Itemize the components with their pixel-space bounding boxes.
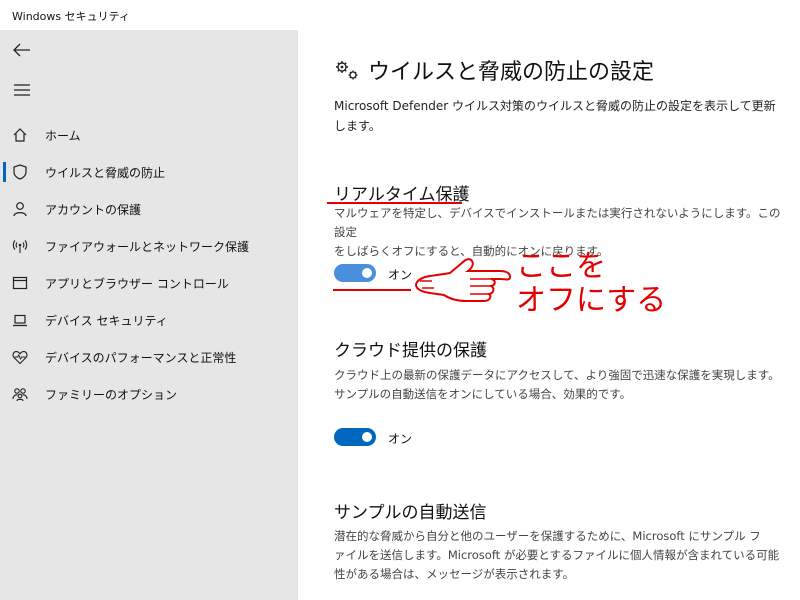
pointing-hand-icon: [414, 258, 512, 302]
heart-pulse-icon: [11, 348, 29, 366]
section-description-line: サンプルの自動送信をオンにしている場合、効果的です。: [334, 387, 632, 401]
sidebar-item-label: ファミリーのオプション: [45, 388, 178, 402]
back-arrow-icon: [13, 43, 30, 57]
shield-icon: [11, 163, 29, 181]
annotation-text: ここを オフにする: [516, 250, 666, 318]
sidebar-item-device-security[interactable]: デバイス セキュリティ: [0, 302, 298, 338]
sidebar-item-firewall[interactable]: ファイアウォールとネットワーク保護: [0, 228, 298, 264]
hamburger-icon: [14, 84, 30, 96]
page-title: ウイルスと脅威の防止の設定: [368, 60, 655, 85]
laptop-icon: [11, 311, 29, 329]
title-bar: Windows セキュリティ: [0, 0, 800, 30]
sidebar-item-label: ファイアウォールとネットワーク保護: [45, 240, 250, 254]
annotation-underline: [333, 289, 411, 291]
sidebar-item-label: デバイスのパフォーマンスと正常性: [45, 351, 237, 365]
window-title: Windows セキュリティ: [12, 10, 130, 23]
section-description-line: 性がある場合は、メッセージが表示されます。: [334, 567, 575, 581]
section-title-cloud: クラウド提供の保護: [334, 341, 487, 361]
family-icon: [11, 385, 29, 403]
sidebar-item-device-performance[interactable]: デバイスのパフォーマンスと正常性: [0, 339, 298, 375]
sidebar-item-label: ウイルスと脅威の防止: [45, 166, 166, 180]
hamburger-menu-button[interactable]: [0, 72, 44, 108]
realtime-toggle-state: オン: [388, 268, 413, 282]
page-description-line: Microsoft Defender ウイルス対策のウイルスと脅威の防止の設定を…: [334, 99, 776, 113]
home-icon: [11, 126, 29, 144]
section-description-line: クラウド上の最新の保護データにアクセスして、より強固で迅速な保護を実現します。: [334, 368, 780, 382]
cloud-toggle-state: オン: [388, 432, 413, 446]
section-description-cloud: クラウド上の最新の保護データにアクセスして、より強固で迅速な保護を実現します。 …: [334, 366, 789, 404]
sidebar: ホーム ウイルスと脅威の防止 アカウントの保護 ファイアウォールとネットワーク保…: [0, 30, 298, 600]
sidebar-item-label: アプリとブラウザー コントロール: [45, 277, 229, 291]
page-description-line: します。: [334, 119, 381, 133]
sidebar-item-label: アカウントの保護: [45, 203, 142, 217]
sidebar-item-app-browser[interactable]: アプリとブラウザー コントロール: [0, 265, 298, 301]
sidebar-item-home[interactable]: ホーム: [0, 117, 298, 153]
page-description: Microsoft Defender ウイルス対策のウイルスと脅威の防止の設定を…: [334, 96, 794, 136]
person-icon: [11, 200, 29, 218]
annotation-text-line: ここを: [516, 249, 606, 284]
section-description-line: 潜在的な脅威から自分と他のユーザーを保護するために、Microsoft にサンプ…: [334, 529, 761, 543]
wireless-icon: [11, 237, 29, 255]
sidebar-item-family-options[interactable]: ファミリーのオプション: [0, 376, 298, 412]
cloud-protection-toggle[interactable]: [334, 428, 376, 446]
selected-indicator: [3, 162, 6, 182]
sidebar-item-label: ホーム: [45, 129, 81, 143]
gears-icon: [336, 61, 358, 80]
section-description-line: マルウェアを特定し、デバイスでインストールまたは実行されないようにします。この設…: [334, 206, 781, 239]
section-description-line: ァイルを送信します。Microsoft が必要とするファイルに個人情報が含まれて…: [334, 548, 780, 562]
toggle-knob: [362, 268, 372, 278]
sidebar-item-label: デバイス セキュリティ: [45, 314, 168, 328]
back-button[interactable]: [0, 32, 44, 68]
sidebar-item-account-protection[interactable]: アカウントの保護: [0, 191, 298, 227]
toggle-knob: [362, 432, 372, 442]
section-title-sample-submission: サンプルの自動送信: [334, 503, 487, 523]
sidebar-item-virus-protection[interactable]: ウイルスと脅威の防止: [0, 154, 298, 190]
annotation-text-line: オフにする: [516, 283, 667, 318]
section-description-sample-submission: 潜在的な脅威から自分と他のユーザーを保護するために、Microsoft にサンプ…: [334, 527, 789, 584]
app-window-icon: [11, 274, 29, 292]
realtime-protection-toggle[interactable]: [334, 264, 376, 282]
